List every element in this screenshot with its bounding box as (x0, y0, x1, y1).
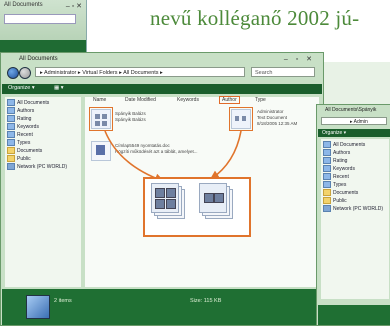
sidebar-item-public[interactable]: Public (7, 155, 31, 162)
folder-icon (7, 155, 15, 162)
command-toolbar: Organize ▾ (318, 129, 390, 137)
search-input[interactable]: Search (251, 67, 315, 77)
network-icon (323, 205, 331, 212)
sidebar-item-recent[interactable]: Recent (7, 131, 33, 138)
doc-icon (7, 123, 15, 130)
forward-button[interactable] (19, 67, 31, 79)
doc-icon (323, 173, 331, 180)
doc-icon (323, 157, 331, 164)
magazine-text: nevű kolléganő 2002 jú- (150, 6, 360, 30)
views-button[interactable]: ▦ ▾ (54, 85, 64, 91)
window-title: All Documents\Spányik (325, 107, 377, 113)
sidebar-item-documents[interactable]: Documents (7, 147, 42, 154)
folder-icon (7, 147, 15, 154)
status-bar: 2 items Size: 115 KB (2, 289, 322, 325)
window-controls[interactable]: – ▫ ✕ (284, 55, 315, 63)
explorer-window: All Documents – ▫ ✕ ▸ Administrator ▸ Vi… (0, 52, 324, 326)
network-icon (7, 163, 15, 170)
sidebar-item-authors[interactable]: Authors (7, 107, 34, 114)
doc-icon (323, 149, 331, 156)
file-list-pane: Name Date Modified Keywords Author Type … (85, 96, 319, 287)
sidebar-item-network[interactable]: Network (PC WORLD) (323, 205, 383, 212)
doc-icon (7, 107, 15, 114)
author-stack-icon (151, 183, 179, 213)
type-stack-icon (199, 183, 227, 213)
address-bar[interactable] (4, 14, 76, 24)
navigation-pane: All Documents Authors Rating Keywords Re… (321, 139, 389, 299)
navigation-pane: All Documents Authors Rating Keywords Re… (5, 97, 81, 287)
command-toolbar: Organize ▾ ▦ ▾ (2, 84, 322, 94)
organize-button[interactable]: Organize ▾ (322, 130, 346, 136)
item-count: 2 items (54, 298, 72, 304)
sidebar-item-all-documents[interactable]: All Documents (7, 99, 49, 106)
sidebar-item-rating[interactable]: Rating (323, 157, 347, 164)
doc-icon (323, 165, 331, 172)
sidebar-item-all-documents[interactable]: All Documents (323, 141, 365, 148)
sidebar-item-authors[interactable]: Authors (323, 149, 350, 156)
status-bar (318, 305, 390, 325)
address-bar[interactable]: ▸ Admin (321, 117, 387, 125)
size-info: Size: 115 KB (190, 298, 222, 304)
sidebar-item-recent[interactable]: Recent (323, 173, 349, 180)
doc-icon (7, 99, 15, 106)
address-bar[interactable]: ▸ Administrator ▸ Virtual Folders ▸ All … (35, 67, 245, 77)
folder-icon (323, 189, 331, 196)
sidebar-item-network[interactable]: Network (PC WORLD) (7, 163, 67, 170)
doc-icon (7, 139, 15, 146)
stack-callout (143, 177, 251, 237)
sidebar-item-types[interactable]: Types (7, 139, 30, 146)
window-controls[interactable]: – ▫ ✕ (66, 2, 82, 10)
organize-button[interactable]: Organize ▾ (8, 85, 35, 91)
window-title: All Documents (4, 2, 43, 8)
sidebar-item-types[interactable]: Types (323, 181, 346, 188)
doc-icon (7, 131, 15, 138)
doc-icon (7, 115, 15, 122)
navigation-row: ▸ Administrator ▸ Virtual Folders ▸ All … (5, 67, 317, 79)
doc-icon (323, 141, 331, 148)
sidebar-item-keywords[interactable]: Keywords (7, 123, 39, 130)
window-title: All Documents (19, 56, 58, 62)
sidebar-item-documents[interactable]: Documents (323, 189, 358, 196)
folder-icon (323, 197, 331, 204)
folder-preview-icon (26, 295, 50, 319)
sidebar-item-rating[interactable]: Rating (7, 115, 31, 122)
sidebar-item-keywords[interactable]: Keywords (323, 165, 355, 172)
sidebar-item-public[interactable]: Public (323, 197, 347, 204)
doc-icon (323, 181, 331, 188)
explorer-window-secondary: All Documents\Spányik ▸ Admin Organize ▾… (316, 104, 390, 326)
back-button[interactable] (7, 67, 19, 79)
